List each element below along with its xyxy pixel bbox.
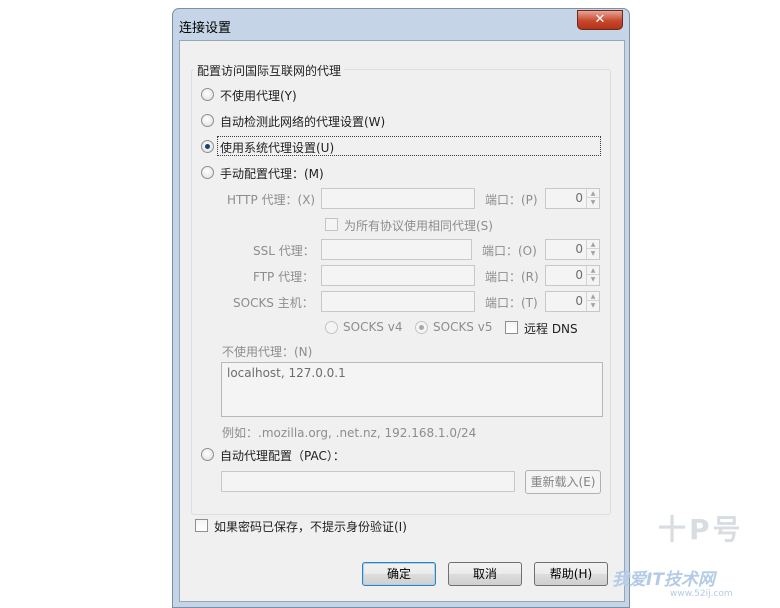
radio-manual-proxy[interactable] — [201, 166, 214, 179]
connection-settings-dialog: 连接设置 ✕ 配置访问国际互联网的代理 不使用代理(Y) 自动检测此网络的代理设… — [172, 8, 630, 608]
http-proxy-host-input[interactable] — [321, 188, 475, 209]
dialog-title: 连接设置 — [179, 21, 232, 36]
help-button[interactable]: 帮助(H) — [534, 562, 608, 586]
no-proxy-for-textarea[interactable]: localhost, 127.0.0.1 — [221, 362, 603, 417]
ftp-port-label: 端口：(R) — [485, 270, 539, 284]
ssl-port-stepper[interactable]: 0 ▲ ▼ — [545, 239, 600, 260]
socks-port-value: 0 — [575, 294, 583, 308]
http-port-label: 端口：(P) — [485, 193, 538, 207]
radio-manual-proxy-label: 手动配置代理：(M) — [220, 167, 324, 181]
same-proxy-all-protocols-checkbox[interactable] — [325, 218, 338, 231]
radio-no-proxy-label: 不使用代理(Y) — [220, 89, 297, 103]
socks-host-input[interactable] — [321, 291, 475, 312]
no-auth-prompt-checkbox[interactable] — [195, 519, 208, 532]
dialog-body: 配置访问国际互联网的代理 不使用代理(Y) 自动检测此网络的代理设置(W) 使用… — [179, 40, 625, 602]
http-port-stepper[interactable]: 0 ▲ ▼ — [545, 188, 600, 209]
radio-system-proxy-label: 使用系统代理设置(U) — [220, 141, 335, 155]
ftp-proxy-label: FTP 代理： — [253, 270, 315, 284]
site-watermark-logo: 十P号 — [658, 513, 744, 546]
radio-socks-v4[interactable] — [325, 321, 338, 334]
radio-auto-detect[interactable] — [201, 114, 214, 127]
socks-v4-label: SOCKS v4 — [343, 320, 403, 334]
ftp-port-value: 0 — [575, 268, 583, 282]
chevron-down-icon[interactable]: ▼ — [587, 198, 599, 207]
radio-system-proxy[interactable] — [201, 140, 214, 153]
site-watermark-url: www.52ij.com — [670, 589, 733, 599]
cancel-button[interactable]: 取消 — [448, 562, 522, 586]
ssl-port-label: 端口：(O) — [482, 244, 537, 258]
ssl-port-value: 0 — [575, 242, 583, 256]
socks-host-label: SOCKS 主机： — [233, 296, 314, 310]
chevron-up-icon[interactable]: ▲ — [587, 292, 599, 301]
close-icon: ✕ — [594, 12, 606, 27]
no-auth-prompt-label: 如果密码已保存，不提示身份验证(I) — [214, 520, 407, 534]
http-port-value: 0 — [575, 191, 583, 205]
ftp-proxy-host-input[interactable] — [321, 265, 475, 286]
chevron-down-icon[interactable]: ▼ — [587, 249, 599, 258]
chevron-down-icon[interactable]: ▼ — [587, 301, 599, 310]
remote-dns-checkbox[interactable] — [505, 321, 518, 334]
ssl-proxy-label: SSL 代理： — [253, 244, 315, 258]
ok-button[interactable]: 确定 — [362, 562, 436, 586]
ssl-proxy-host-input[interactable] — [321, 239, 472, 260]
close-button[interactable]: ✕ — [577, 10, 623, 30]
pac-url-input[interactable] — [221, 471, 515, 492]
http-proxy-label: HTTP 代理：(X) — [227, 193, 316, 207]
no-proxy-for-label: 不使用代理：(N) — [222, 345, 313, 359]
radio-auto-detect-label: 自动检测此网络的代理设置(W) — [220, 115, 386, 129]
same-proxy-all-protocols-label: 为所有协议使用相同代理(S) — [344, 219, 493, 233]
radio-socks-v5[interactable] — [415, 321, 428, 334]
radio-no-proxy[interactable] — [201, 88, 214, 101]
ftp-port-stepper[interactable]: 0 ▲ ▼ — [545, 265, 600, 286]
socks-port-stepper[interactable]: 0 ▲ ▼ — [545, 291, 600, 312]
chevron-up-icon[interactable]: ▲ — [587, 189, 599, 198]
chevron-up-icon[interactable]: ▲ — [587, 266, 599, 275]
proxy-group-title: 配置访问国际互联网的代理 — [194, 62, 345, 79]
no-proxy-example-text: 例如：.mozilla.org, .net.nz, 192.168.1.0/24 — [222, 426, 477, 440]
chevron-up-icon[interactable]: ▲ — [587, 240, 599, 249]
radio-auto-pac[interactable] — [201, 448, 214, 461]
site-watermark-name: 我爱IT技术网 — [612, 570, 715, 590]
radio-auto-pac-label: 自动代理配置（PAC）： — [220, 449, 345, 463]
chevron-down-icon[interactable]: ▼ — [587, 275, 599, 284]
socks-port-label: 端口：(T) — [485, 296, 538, 310]
remote-dns-label: 远程 DNS — [524, 322, 578, 336]
reload-pac-button[interactable]: 重新载入(E) — [525, 470, 601, 494]
socks-v5-label: SOCKS v5 — [433, 320, 493, 334]
